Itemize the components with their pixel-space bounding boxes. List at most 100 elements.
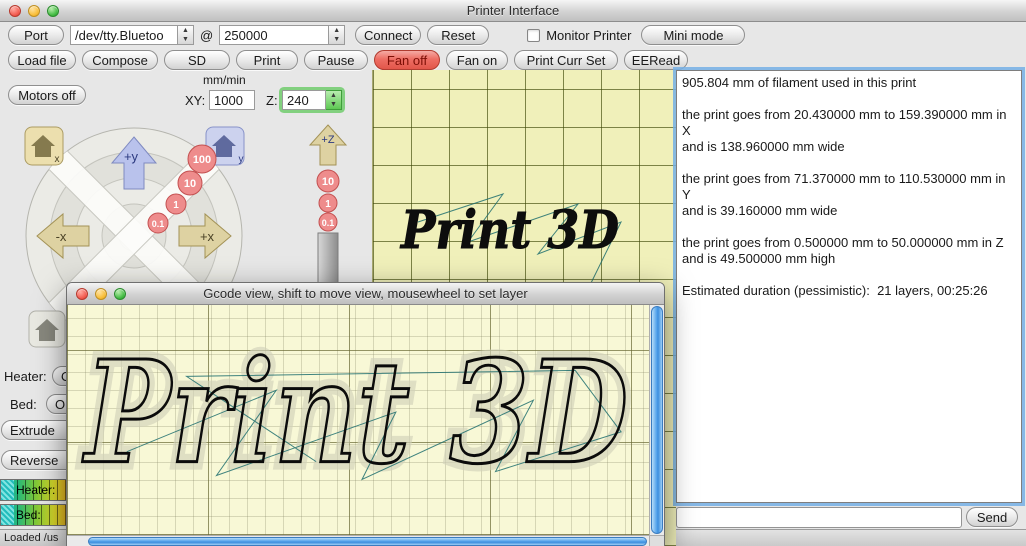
- z-step-10-button[interactable]: 10: [317, 170, 339, 192]
- z-step-1-button[interactable]: 1: [319, 194, 337, 212]
- gcode-view-window[interactable]: Gcode view, shift to move view, mousewhe…: [66, 282, 665, 546]
- home-x-button[interactable]: x: [25, 127, 63, 165]
- status-text: Loaded /us: [4, 532, 58, 544]
- mini-mode-button[interactable]: Mini mode: [641, 25, 745, 45]
- bed-gauge-label: Bed:: [16, 508, 41, 522]
- load-file-button[interactable]: Load file: [8, 50, 76, 70]
- z-plus-button[interactable]: +Z: [310, 125, 346, 165]
- log-line: [682, 219, 1016, 235]
- z-feedrate-input[interactable]: 240: [282, 90, 326, 110]
- close-icon[interactable]: [76, 288, 88, 300]
- stepper-down-icon[interactable]: ▼: [178, 35, 193, 44]
- xy-feedrate-input[interactable]: 1000: [209, 90, 255, 110]
- baud-input[interactable]: 250000: [219, 25, 329, 45]
- zoom-icon[interactable]: [114, 288, 126, 300]
- zoom-icon[interactable]: [47, 5, 59, 17]
- vertical-scrollbar-thumb[interactable]: [651, 306, 663, 534]
- jog-step-100-button[interactable]: 100: [188, 145, 216, 173]
- jog-step-1-label: 1: [173, 200, 179, 211]
- baud-stepper[interactable]: ▲▼: [329, 25, 345, 45]
- z-slider-track[interactable]: [318, 233, 338, 289]
- fan-on-button[interactable]: Fan on: [446, 50, 508, 70]
- monitor-printer-label: Monitor Printer: [546, 28, 631, 43]
- fan-off-button[interactable]: Fan off: [374, 50, 440, 70]
- heater-gauge-label: Heater:: [16, 483, 55, 497]
- at-label: @: [200, 28, 213, 43]
- home-y-label: y: [239, 154, 244, 165]
- gcode-vertical-scrollbar[interactable]: [649, 305, 664, 535]
- baud-combo: 250000 ▲▼: [219, 25, 345, 45]
- log-line: the print goes from 71.370000 mm to 110.…: [682, 171, 1016, 203]
- pause-button[interactable]: Pause: [304, 50, 368, 70]
- print-curr-set-button[interactable]: Print Curr Set: [514, 50, 618, 70]
- jog-minus-x-label: -x: [56, 229, 67, 244]
- port-button[interactable]: Port: [8, 25, 64, 45]
- z-feed-label: Z:: [266, 93, 278, 108]
- titlebar: Printer Interface: [0, 0, 1026, 22]
- connect-button[interactable]: Connect: [355, 25, 421, 45]
- feedrate-units-label: mm/min: [203, 73, 246, 87]
- window-title: Printer Interface: [467, 3, 560, 18]
- close-icon[interactable]: [9, 5, 21, 17]
- port-stepper[interactable]: ▲▼: [178, 25, 194, 45]
- home-all-button[interactable]: [29, 311, 65, 347]
- z-jog-strip[interactable]: +Z 10 1 0.1: [306, 121, 350, 291]
- z-feedrate-combo: 240 ▲▼: [282, 90, 342, 110]
- stepper-up-icon[interactable]: ▲: [326, 91, 341, 100]
- print-button[interactable]: Print: [236, 50, 298, 70]
- log-line: [682, 91, 1016, 107]
- action-toolbar: Load file Compose SD Print Pause Fan off…: [8, 49, 688, 71]
- minimize-icon[interactable]: [95, 288, 107, 300]
- minimize-icon[interactable]: [28, 5, 40, 17]
- sd-button[interactable]: SD: [164, 50, 230, 70]
- window-controls: [9, 5, 59, 17]
- toolpath-text-small: Print 3D: [399, 200, 619, 261]
- gauge-dither-block: [1, 480, 14, 500]
- printer-interface-window: Printer Interface Port /dev/tty.Bluetoo …: [0, 0, 1026, 546]
- gcode-view-canvas[interactable]: Print 3D Print 3D Print 3D: [67, 305, 649, 535]
- motors-off-button[interactable]: Motors off: [8, 85, 86, 105]
- stepper-down-icon[interactable]: ▼: [326, 100, 341, 109]
- z-step-10-label: 10: [322, 176, 334, 188]
- eeread-button[interactable]: EERead: [624, 50, 688, 70]
- scrollbar-corner: [649, 535, 664, 546]
- log-output-panel[interactable]: 905.804 mm of filament used in this prin…: [676, 70, 1022, 503]
- log-line: 905.804 mm of filament used in this prin…: [682, 75, 1016, 91]
- stepper-up-icon[interactable]: ▲: [329, 26, 344, 35]
- reset-button[interactable]: Reset: [427, 25, 489, 45]
- log-line: and is 39.160000 mm wide: [682, 203, 1016, 219]
- log-line: [682, 267, 1016, 283]
- z-step-01-button[interactable]: 0.1: [319, 213, 337, 231]
- log-line: and is 138.960000 mm wide: [682, 139, 1016, 155]
- toolpath-text-large: Print 3D: [82, 330, 628, 496]
- log-line: the print goes from 20.430000 mm to 159.…: [682, 107, 1016, 139]
- gcode-window-title: Gcode view, shift to move view, mousewhe…: [203, 286, 527, 301]
- connection-toolbar: Port /dev/tty.Bluetoo ▲▼ @ 250000 ▲▼ Con…: [8, 24, 745, 46]
- z-step-1-label: 1: [325, 199, 331, 210]
- gcode-view-art: Print 3D Print 3D Print 3D: [67, 305, 649, 535]
- gcode-horizontal-scrollbar[interactable]: [67, 535, 649, 546]
- gcode-window-controls: [76, 288, 126, 300]
- jog-step-01-button[interactable]: 0.1: [148, 213, 168, 233]
- log-line: and is 49.500000 mm high: [682, 251, 1016, 267]
- horizontal-scrollbar-thumb[interactable]: [88, 537, 647, 546]
- port-input[interactable]: /dev/tty.Bluetoo: [70, 25, 178, 45]
- z-feedrate-stepper[interactable]: ▲▼: [326, 90, 342, 110]
- xy-feed-label: XY:: [185, 93, 205, 108]
- jog-step-1-button[interactable]: 1: [166, 194, 186, 214]
- gcode-window-titlebar[interactable]: Gcode view, shift to move view, mousewhe…: [67, 283, 664, 305]
- jog-step-10-button[interactable]: 10: [178, 171, 202, 195]
- command-input[interactable]: [676, 507, 962, 528]
- log-line: Estimated duration (pessimistic): 21 lay…: [682, 283, 1016, 299]
- monitor-printer-checkbox[interactable]: [527, 29, 540, 42]
- jog-step-01-label: 0.1: [152, 219, 165, 229]
- stepper-down-icon[interactable]: ▼: [329, 35, 344, 44]
- compose-button[interactable]: Compose: [82, 50, 158, 70]
- jog-plus-x-label: +x: [200, 229, 215, 244]
- z-step-01-label: 0.1: [322, 218, 335, 228]
- log-line: [682, 155, 1016, 171]
- send-button[interactable]: Send: [966, 507, 1018, 527]
- log-line: the print goes from 0.500000 mm to 50.00…: [682, 235, 1016, 251]
- home-x-label: x: [55, 154, 60, 165]
- stepper-up-icon[interactable]: ▲: [178, 26, 193, 35]
